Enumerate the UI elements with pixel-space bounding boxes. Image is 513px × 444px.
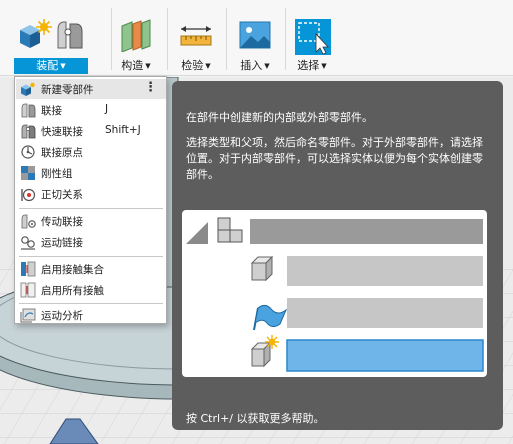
- menu-item-label: 运动链接: [41, 237, 83, 249]
- parent-component-row: [250, 219, 483, 244]
- menu-item-motion-study[interactable]: 运动分析: [16, 305, 166, 325]
- drive-joints-icon: [21, 214, 36, 229]
- rigid-group-icon: [21, 166, 35, 180]
- menu-item-enable-all-contact[interactable]: 启用所有接触: [16, 280, 166, 300]
- new-component-icon: [21, 82, 35, 96]
- menu-item-drive-joints[interactable]: 传动联接: [16, 211, 166, 231]
- construct-label: 构造 ▼: [121, 59, 151, 72]
- insert-image-icon: [239, 21, 271, 49]
- assemble-label: 装配 ▼: [14, 58, 88, 74]
- joint-origin-icon: [21, 145, 35, 159]
- toolbar: 装配 ▼ 构造 ▼ 检验 ▼ 插入 ▼ 选择 ▼: [0, 0, 513, 76]
- insert-label: 插入 ▼: [240, 59, 270, 72]
- tooltip-help-hint: 按 Ctrl+/ 以获取更多帮助。: [186, 412, 325, 425]
- menu-item-label: 启用接触集合: [41, 264, 104, 276]
- component-group-icon: [217, 217, 243, 243]
- toolbar-divider: [285, 8, 286, 70]
- browser-tree-illustration: [186, 217, 484, 372]
- assemble-group[interactable]: 装配 ▼: [14, 0, 88, 76]
- toolbar-divider: [167, 8, 168, 70]
- menu-item-label: 刚性组: [41, 168, 73, 180]
- menu-item-label: 新建零部件: [41, 84, 94, 96]
- menu-item-shortcut: J: [105, 103, 109, 115]
- inspect-group[interactable]: 检验 ▼: [173, 0, 219, 76]
- expand-triangle-icon: [186, 222, 208, 244]
- menu-item-shortcut: Shift+J: [105, 124, 141, 136]
- menu-item-as-built-joint[interactable]: 快速联接 Shift+J: [16, 121, 166, 141]
- insert-group[interactable]: 插入 ▼: [232, 0, 278, 76]
- component-body-icon: [250, 255, 274, 282]
- new-component-icon: [250, 335, 279, 368]
- menu-item-motion-link[interactable]: 运动链接: [16, 232, 166, 252]
- menu-item-enable-contact-sets[interactable]: 启用接触集合: [16, 259, 166, 279]
- component-row: [287, 256, 483, 286]
- menu-item-rigid-group[interactable]: 刚性组: [16, 163, 166, 183]
- joint-icon: [21, 103, 36, 118]
- as-built-joint-icon: [21, 124, 36, 139]
- menu-divider: [19, 256, 163, 257]
- menu-item-label: 启用所有接触: [41, 285, 104, 297]
- toolbar-divider: [226, 8, 227, 70]
- menu-item-tangent-relationship[interactable]: 正切关系: [16, 184, 166, 204]
- menu-divider: [19, 303, 163, 304]
- menu-item-joint[interactable]: 联接 J: [16, 100, 166, 120]
- select-label: 选择 ▼: [297, 59, 327, 72]
- construct-icon: [121, 19, 151, 52]
- menu-item-label: 快速联接: [41, 126, 83, 138]
- select-icon: [295, 19, 331, 55]
- menu-item-joint-origin[interactable]: 联接原点: [16, 142, 166, 162]
- toolbar-divider: [111, 8, 112, 70]
- tangent-relationship-icon: [21, 188, 36, 202]
- command-tooltip: 在部件中创建新的内部或外部零部件。 选择类型和父项，然后命名零部件。对于外部零部…: [172, 81, 503, 430]
- enable-contact-sets-icon: [21, 261, 36, 277]
- more-options-icon[interactable]: ⋮: [144, 80, 157, 95]
- motion-study-icon: [20, 308, 36, 323]
- menu-item-new-component[interactable]: 新建零部件 ⋮: [16, 79, 166, 99]
- construct-group[interactable]: 构造 ▼: [114, 0, 158, 76]
- motion-link-icon: [21, 236, 35, 250]
- assemble-dropdown-menu: 新建零部件 ⋮ 联接 J 快速联接 Shift+J 联接原点 刚性组 正切关系 …: [14, 76, 167, 324]
- menu-item-label: 运动分析: [41, 310, 83, 322]
- enable-all-contact-icon: [20, 282, 36, 298]
- tooltip-illustration: [182, 210, 487, 377]
- select-group[interactable]: 选择 ▼: [290, 0, 334, 76]
- new-component-icon: [20, 19, 52, 48]
- new-component-row: [286, 339, 484, 372]
- menu-item-label: 传动联接: [41, 216, 83, 228]
- component-row: [287, 298, 483, 328]
- menu-item-label: 正切关系: [41, 189, 83, 201]
- tooltip-description: 选择类型和父项，然后命名零部件。对于外部零部件，请选择位置。对于内部零部件，可以…: [186, 136, 483, 181]
- flag-icon: [253, 304, 288, 331]
- menu-item-label: 联接原点: [41, 147, 83, 159]
- menu-item-label: 联接: [41, 105, 62, 117]
- menu-divider: [19, 208, 163, 209]
- measure-icon: [180, 26, 212, 46]
- inspect-label: 检验 ▼: [181, 59, 211, 72]
- tooltip-title: 在部件中创建新的内部或外部零部件。: [186, 111, 373, 124]
- joint-icon: [57, 21, 83, 49]
